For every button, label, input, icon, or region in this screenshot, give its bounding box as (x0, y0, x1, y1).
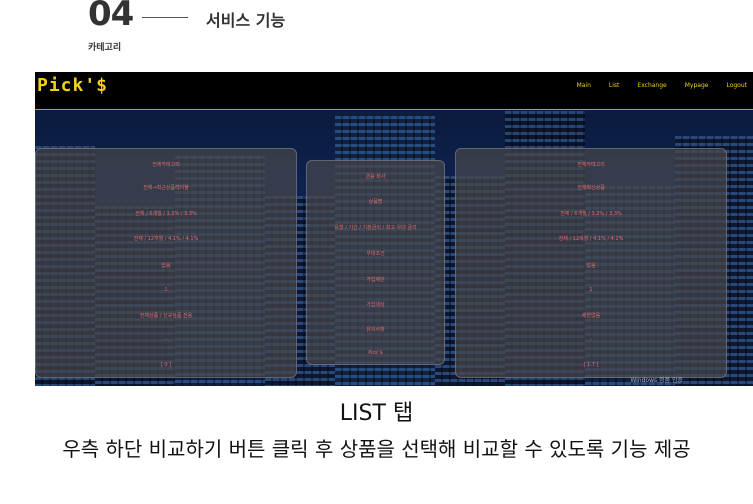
panel-item: 없음 (161, 263, 171, 269)
panel-item: - (590, 337, 592, 343)
nav-exchange[interactable]: Exchange (637, 82, 666, 89)
panel-item: 가입제한 (366, 277, 385, 283)
compare-panel-middle[interactable]: 금융 회사 상품명 유형 / 기간 / 기본금리 / 최고 우대 금리 우대조건… (306, 160, 445, 365)
section-title: 서비스 기능 (206, 11, 286, 30)
section-header: 04 서비스 기능 카테고리 (88, 0, 488, 58)
description-caption: 우측 하단 비교하기 버튼 클릭 후 상품을 선택해 비교할 수 있도록 기능 … (62, 437, 691, 461)
nav-main[interactable]: Main (577, 82, 591, 89)
tab-caption: LIST 탭 (339, 401, 414, 426)
panel-item: 전체 / 12개월 / 4.1% / 4.1% (558, 236, 624, 242)
panel-item: 전체→최근상품레이블 (143, 185, 189, 191)
panel-item: 1 (589, 287, 593, 293)
nav-logout[interactable]: Logout (726, 82, 747, 89)
nav-mypage[interactable]: Mypage (685, 82, 709, 89)
panel-item: 전체카테고리 (577, 162, 605, 168)
panel-item: 전체 / 6개월 / 3.3% / 3.3% (135, 211, 197, 217)
app-logo[interactable]: Pick'$ (37, 75, 108, 96)
panel-item: 제한없음 (581, 313, 601, 319)
panel-item: 전체 / 12개월 / 4.1% / 4.1% (133, 236, 199, 242)
panel-item: 유의사항 (366, 327, 385, 333)
os-status-text: Windows 정품 인증 (630, 377, 683, 384)
nav-list[interactable]: List (609, 82, 620, 89)
app-screenshot: Pick'$ Main List Exchange Mypage Logout … (35, 72, 753, 386)
panel-item: 전체상품 / 신규상품 전용 (139, 313, 193, 319)
panel-item: 1 (164, 287, 168, 293)
header-divider (142, 17, 188, 18)
panel-item: 전체카테고리 (152, 162, 180, 168)
panel-item: 우대조건 (366, 251, 385, 257)
panel-item: [ 1.7 ] (583, 362, 599, 368)
panel-item: 금융 회사 (365, 174, 386, 180)
panel-item: - (165, 337, 167, 343)
panel-item: 가입대상 (366, 302, 385, 308)
panel-item: [ 0 ] (160, 362, 172, 368)
category-label: 카테고리 (88, 43, 122, 53)
section-number: 04 (88, 0, 134, 34)
panel-item: 전체최신상품 (577, 185, 605, 191)
panel-item: 상품명 (368, 199, 383, 205)
top-nav: Pick'$ Main List Exchange Mypage Logout (35, 72, 753, 110)
nav-menu: Main List Exchange Mypage Logout (577, 82, 747, 89)
compare-panel-right[interactable]: 전체카테고리 전체최신상품 전체 / 6개월 / 3.3% / 3.3% 전체 … (455, 148, 727, 378)
panel-item: 없음 (586, 263, 596, 269)
panel-item: Pick'$ (368, 350, 383, 356)
compare-panel-left[interactable]: 전체카테고리 전체→최근상품레이블 전체 / 6개월 / 3.3% / 3.3%… (35, 148, 297, 378)
panel-item: 전체 / 6개월 / 3.3% / 3.3% (560, 211, 622, 217)
panel-item: 유형 / 기간 / 기본금리 / 최고 우대 금리 (334, 225, 417, 231)
